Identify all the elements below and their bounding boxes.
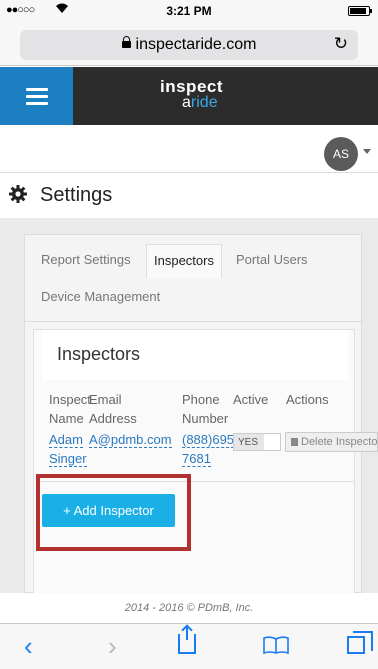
- inspector-phone-link[interactable]: (888)695: [182, 432, 235, 448]
- lock-icon: [121, 36, 131, 48]
- bookmarks-icon[interactable]: [263, 636, 289, 654]
- inspector-phone-link-2[interactable]: 7681: [182, 451, 211, 467]
- user-bar: AS: [0, 125, 378, 173]
- card-header: Inspectors: [42, 330, 348, 380]
- active-toggle[interactable]: YES: [233, 433, 281, 451]
- trash-icon: [291, 438, 298, 446]
- delete-inspector-button[interactable]: Delete Inspector: [285, 432, 378, 452]
- highlight-box: [36, 474, 191, 551]
- logo-line-2: aride: [182, 94, 218, 111]
- toggle-label: YES: [238, 437, 259, 448]
- tab-inspectors[interactable]: Inspectors: [146, 244, 222, 279]
- app-header: inspect aride: [0, 67, 378, 125]
- chevron-down-icon[interactable]: [363, 149, 371, 154]
- reload-icon[interactable]: ↻: [334, 34, 348, 54]
- forward-icon[interactable]: ›: [108, 632, 117, 660]
- back-icon[interactable]: ‹: [24, 632, 33, 660]
- page-footer: 2014 - 2016 © PDmB, Inc.: [0, 593, 378, 623]
- toggle-knob: [264, 434, 280, 450]
- column-header-actions: Actions: [286, 392, 329, 407]
- menu-icon-bar: [26, 95, 48, 98]
- inspector-email-cell: A@pdmb.com: [89, 430, 183, 449]
- share-icon[interactable]: [178, 626, 196, 654]
- column-header-active: Active: [233, 392, 269, 407]
- inspector-name-link[interactable]: Adam: [49, 432, 83, 448]
- inspector-name-cell: Adam Singer: [49, 430, 87, 468]
- address-bar[interactable]: inspectaride.com ↻: [20, 30, 358, 60]
- browser-address-area: inspectaride.com ↻: [0, 22, 378, 66]
- menu-button[interactable]: [0, 67, 73, 125]
- tabs-icon[interactable]: [347, 631, 373, 654]
- tab-device-management[interactable]: Device Management: [41, 289, 160, 304]
- user-avatar[interactable]: AS: [324, 137, 358, 171]
- card-title: Inspectors: [57, 344, 141, 364]
- inspector-name-link-2[interactable]: Singer: [49, 451, 87, 467]
- inspector-email-link[interactable]: A@pdmb.com: [89, 432, 172, 448]
- inspector-phone-cell: (888)695 7681: [182, 430, 235, 468]
- url-display[interactable]: inspectaride.com: [20, 36, 358, 54]
- browser-toolbar: ‹ ›: [0, 623, 378, 669]
- menu-icon-bar: [26, 88, 48, 91]
- tab-portal-users[interactable]: Portal Users: [236, 252, 308, 267]
- battery-icon: [348, 6, 372, 16]
- tab-report-settings[interactable]: Report Settings: [41, 252, 131, 267]
- inspectaride-logo[interactable]: inspect aride: [160, 77, 260, 117]
- page-header: Settings: [0, 174, 378, 218]
- menu-icon-bar: [26, 102, 48, 105]
- gear-icon: [9, 185, 27, 203]
- url-text: inspectaride.com: [135, 36, 257, 53]
- status-bar: ●●○○○ 3:21 PM: [0, 0, 378, 22]
- column-header-email: Email Address: [89, 392, 137, 426]
- page-title: Settings: [40, 184, 113, 206]
- tabs-divider: [25, 321, 363, 322]
- column-header-name: InspectorName: [49, 392, 91, 426]
- delete-label: Delete Inspector: [301, 436, 378, 448]
- column-header-phone: Phone Number: [182, 392, 229, 426]
- clock: 3:21 PM: [166, 4, 212, 18]
